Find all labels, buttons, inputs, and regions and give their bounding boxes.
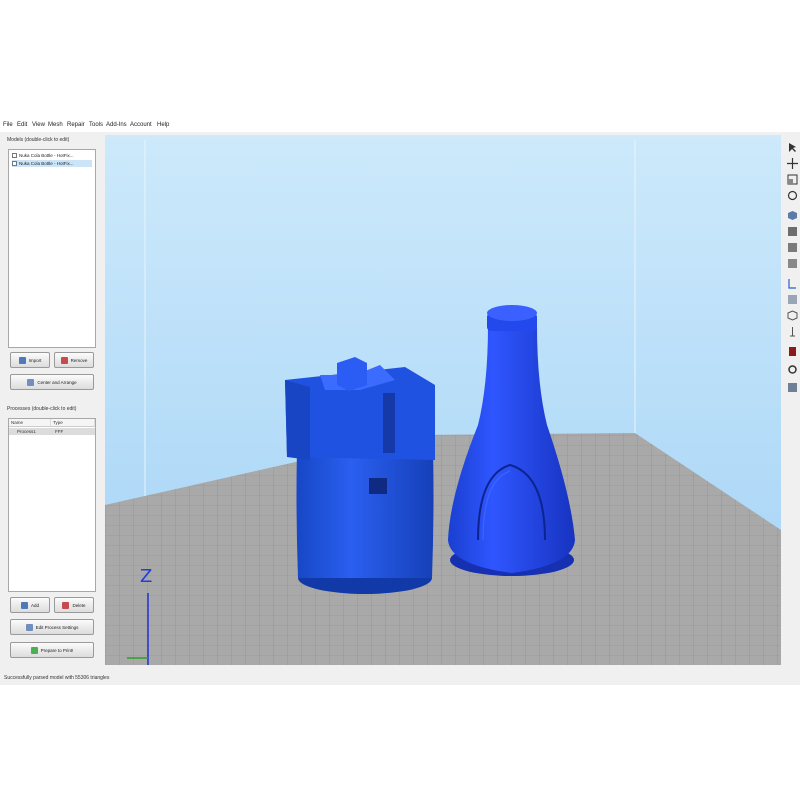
menu-addins[interactable]: Add-Ins <box>106 122 127 128</box>
box-icon[interactable] <box>787 380 798 392</box>
scale-icon[interactable] <box>787 172 798 185</box>
view-top-icon[interactable] <box>787 240 798 252</box>
settings-icon <box>25 623 33 631</box>
model-visible-checkbox[interactable] <box>12 161 17 166</box>
z-axis-label: Z <box>140 566 152 587</box>
processes-list[interactable]: Name Type Process1 FFF <box>8 418 96 592</box>
prepare-to-print-button[interactable]: Prepare to Print! <box>10 642 94 658</box>
column-header-name[interactable]: Name <box>9 419 51 427</box>
move-icon[interactable] <box>787 156 798 169</box>
view-right-icon[interactable] <box>787 276 798 289</box>
delete-label: Delete <box>72 602 86 608</box>
model-item-label: Nuka Cola Bottle - HotFix... <box>19 161 74 166</box>
viewport-canvas[interactable]: Z <box>105 135 781 665</box>
menu-repair[interactable]: Repair <box>67 122 85 128</box>
remove-icon <box>60 356 68 364</box>
view-bottom-icon[interactable] <box>787 292 798 304</box>
view-front-icon[interactable] <box>787 224 798 236</box>
view-back-icon[interactable] <box>787 308 798 321</box>
prepare-label: Prepare to Print! <box>40 647 74 653</box>
menu-tools[interactable]: Tools <box>89 122 103 128</box>
section-icon[interactable] <box>787 344 798 356</box>
menu-file[interactable]: File <box>3 122 13 128</box>
model-visible-checkbox[interactable] <box>12 153 17 158</box>
import-button[interactable]: Import <box>10 352 50 368</box>
menu-edit[interactable]: Edit <box>17 122 27 128</box>
center-arrange-button[interactable]: Center and Arrange <box>10 374 94 390</box>
app-window: File Edit View Mesh Repair Tools Add-Ins… <box>0 118 800 685</box>
edit-process-settings-button[interactable]: Edit Process Settings <box>10 619 94 635</box>
processes-panel-title: Processes (double-click to edit) <box>7 406 77 412</box>
remove-button[interactable]: Remove <box>54 352 94 368</box>
delete-icon <box>62 601 70 609</box>
model-cross-part[interactable] <box>285 357 435 594</box>
add-process-button[interactable]: Add <box>10 597 50 613</box>
import-icon <box>18 356 26 364</box>
rotate-icon[interactable] <box>787 188 798 201</box>
menu-help[interactable]: Help <box>157 122 169 128</box>
process-name: Process1 <box>17 429 36 434</box>
model-item-label: Nuka Cola Bottle - HotFix... <box>19 153 74 158</box>
arrange-icon <box>27 378 35 386</box>
models-list[interactable]: Nuka Cola Bottle - HotFix... Nuka Cola B… <box>8 149 96 348</box>
left-panel: Models (double-click to edit) Nuka Cola … <box>4 134 97 674</box>
remove-label: Remove <box>70 357 88 363</box>
process-type: FFF <box>55 429 64 434</box>
settings-icon[interactable] <box>787 362 798 374</box>
status-bar: Successfully parsed model with 55306 tri… <box>0 671 800 685</box>
center-arrange-label: Center and Arrange <box>37 379 77 385</box>
model-item[interactable]: Nuka Cola Bottle - HotFix... <box>12 152 92 159</box>
process-row[interactable]: Process1 FFF <box>9 428 95 435</box>
add-label: Add <box>30 602 39 608</box>
status-text: Successfully parsed model with 55306 tri… <box>4 675 110 681</box>
model-item-selected[interactable]: Nuka Cola Bottle - HotFix... <box>12 160 92 167</box>
menu-bar: File Edit View Mesh Repair Tools Add-Ins… <box>0 118 800 132</box>
menu-mesh[interactable]: Mesh <box>48 122 63 128</box>
add-icon <box>20 601 28 609</box>
menu-account[interactable]: Account <box>130 122 152 128</box>
delete-process-button[interactable]: Delete <box>54 597 94 613</box>
3d-viewport[interactable]: Z <box>105 135 781 665</box>
select-icon[interactable] <box>787 140 798 152</box>
view-side-icon[interactable] <box>787 256 798 268</box>
edit-process-label: Edit Process Settings <box>35 624 79 630</box>
menu-view[interactable]: View <box>32 122 45 128</box>
column-header-type[interactable]: Type <box>51 419 95 427</box>
print-icon <box>30 646 38 654</box>
view-iso-icon[interactable] <box>787 208 798 220</box>
import-label: Import <box>28 357 42 363</box>
shade-icon[interactable] <box>787 324 798 337</box>
right-toolbar <box>786 136 800 416</box>
models-panel-title: Models (double-click to edit) <box>7 137 70 143</box>
